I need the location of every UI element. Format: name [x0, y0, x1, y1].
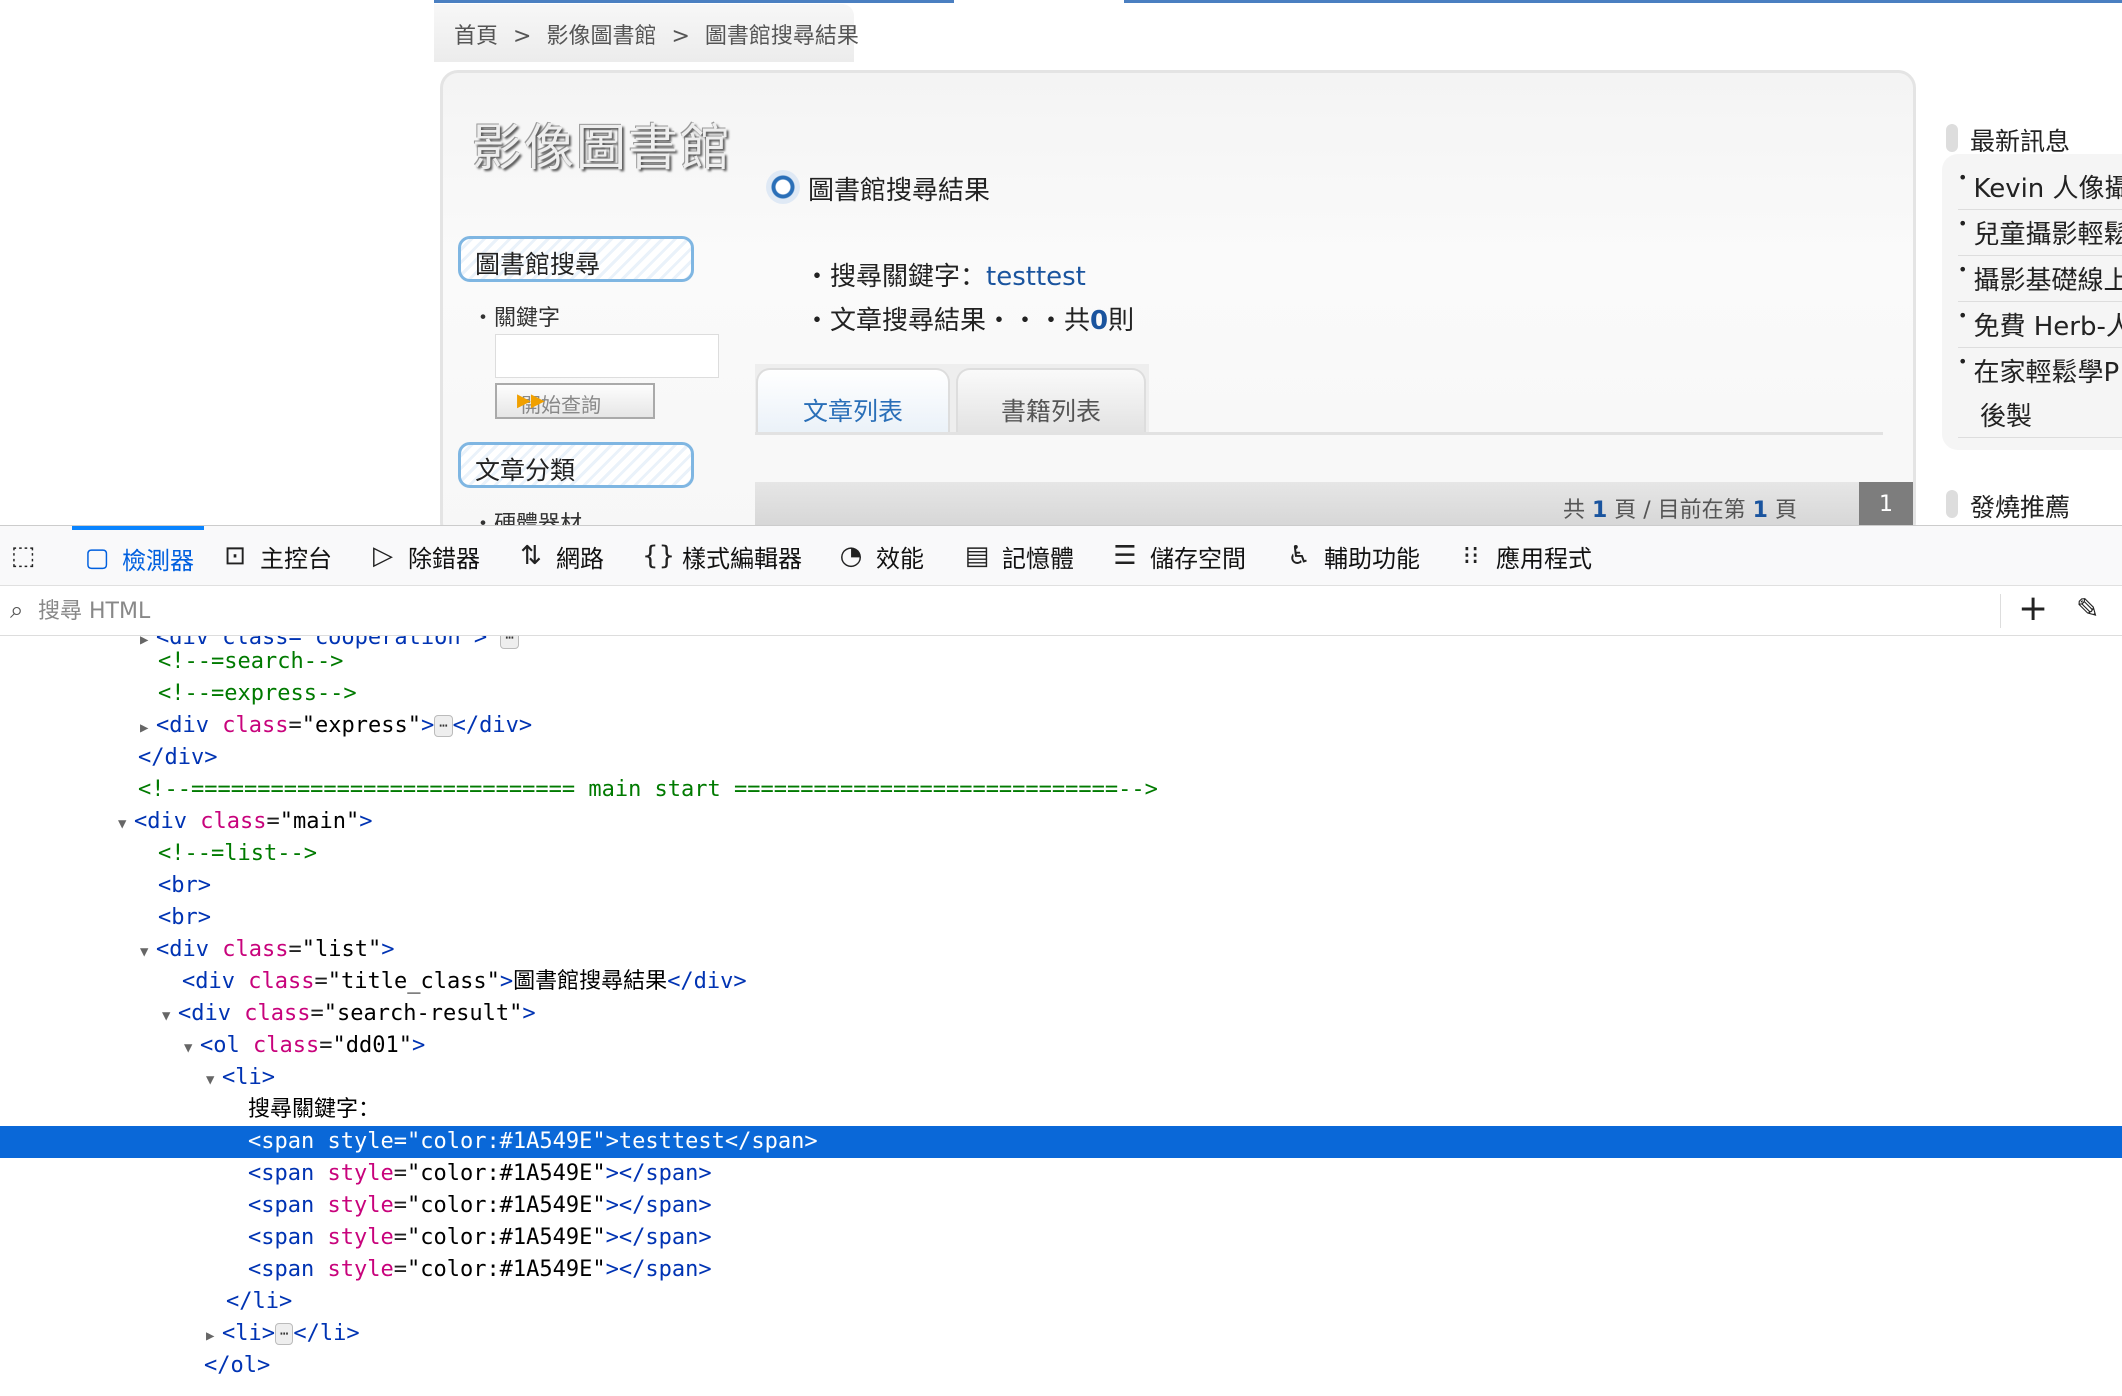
breadcrumb-library-link[interactable]: 影像圖書館 [546, 24, 656, 49]
markup-node[interactable]: ▼ <div class="main"> [0, 806, 2122, 838]
page-viewport: 首頁 > 影像圖書館 > 圖書館搜尋結果 影像圖書館 圖書館搜尋 ・關鍵字 ▶▶… [0, 0, 2122, 525]
article-result-count: 0 [1090, 306, 1109, 336]
markup-node[interactable]: <span style="color:#1A549E"></span> [0, 1222, 2122, 1254]
article-category-heading: 文章分類 [458, 442, 694, 488]
markup-node[interactable]: <br> [0, 902, 2122, 934]
news-item[interactable]: • 在家輕鬆學P [1958, 352, 2122, 393]
news-item[interactable]: • 攝影基礎線上 [1958, 260, 2122, 302]
markup-comment[interactable]: <!--=search--> [0, 646, 2122, 678]
markup-node[interactable]: <span style="color:#1A549E"></span> [0, 1190, 2122, 1222]
tab-accessibility[interactable]: ♿ 輔助功能 [1284, 526, 1420, 586]
news-item[interactable]: • 免費 Herb-人 [1958, 306, 2122, 348]
top-nav-line [1124, 0, 2122, 3]
pagination-bar: 共 1 頁 / 目前在第 1 頁 1 [755, 482, 1913, 525]
news-item[interactable]: • 兒童攝影輕鬆 [1958, 214, 2122, 256]
markup-node[interactable]: </li> [0, 1286, 2122, 1318]
markup-comment[interactable]: <!--=list--> [0, 838, 2122, 870]
tab-console[interactable]: ⊡ 主控台 [220, 526, 332, 586]
markup-node[interactable]: <span style="color:#1A549E"></span> [0, 1254, 2122, 1286]
search-icon: ⌕ [10, 596, 24, 624]
eyedropper-icon[interactable]: ✎ [2076, 592, 2099, 625]
double-arrow-icon: ▶▶ [517, 390, 545, 411]
devtools-toolbar: ⬚ ▢ 檢測器 ⊡ 主控台 ▷ 除錯器 ⇅ 網路 {} 樣式編輯器 ◔ 效能 ▤ 記憶體 ☰ 儲… [0, 526, 2122, 586]
tab-application[interactable]: ⁝⁝ 應用程式 [1456, 526, 1592, 586]
library-title: 影像圖書館 [472, 119, 732, 177]
news-item-continued[interactable]: 後製 [1958, 396, 2122, 438]
breadcrumb-current: 圖書館搜尋結果 [704, 24, 859, 49]
devtools-panel: ⬚ ▢ 檢測器 ⊡ 主控台 ▷ 除錯器 ⇅ 網路 {} 樣式編輯器 ◔ 效能 ▤ 記憶體 ☰ 儲… [0, 525, 2122, 1396]
breadcrumb-home-link[interactable]: 首頁 [454, 24, 498, 49]
memory-icon: ▤ [964, 541, 990, 571]
category-item[interactable]: ・硬體器材 [472, 506, 582, 525]
network-icon: ⇅ [520, 541, 542, 571]
tab-storage[interactable]: ☰ 儲存空間 [1110, 526, 1246, 586]
tab-style-editor[interactable]: {} 樣式編輯器 [642, 526, 802, 586]
sidebar-search-heading: 圖書館搜尋 [458, 236, 694, 282]
inspector-icon: ▢ [84, 543, 110, 573]
add-node-button[interactable]: + [2018, 588, 2048, 629]
element-picker-icon: ⬚ [10, 541, 36, 571]
markup-node[interactable]: ▶ <li> ⋯ </li> [0, 1318, 2122, 1350]
pagination-info: 共 1 頁 / 目前在第 1 頁 [1562, 498, 1797, 523]
accessibility-icon: ♿ [1287, 541, 1311, 571]
tab-article-list[interactable]: 文章列表 [756, 368, 950, 434]
page-button[interactable]: 1 [1859, 482, 1913, 525]
markup-node[interactable]: </ol> [0, 1350, 2122, 1382]
news-item[interactable]: • Kevin 人像攝 [1958, 168, 2122, 210]
markup-node[interactable]: <br> [0, 870, 2122, 902]
markup-node[interactable]: ▼ <li> [0, 1062, 2122, 1094]
start-query-button[interactable]: ▶▶ 開始查詢 [495, 383, 655, 419]
style-editor-icon: {} [642, 541, 676, 571]
article-result-line: ・文章搜尋結果・・・共0則 [804, 300, 1134, 337]
article-result-label: ・文章搜尋結果・・・共 [804, 306, 1091, 336]
search-keyword-line: ・搜尋關鍵字：testtest [804, 256, 1086, 293]
tab-network[interactable]: ⇅ 網路 [516, 526, 604, 586]
markup-tree: ▶ <div class="cooperation"> ⋯ <!--=search… [0, 636, 2122, 1396]
ring-bullet-icon [766, 170, 800, 204]
markup-node[interactable]: <div class="title_class">圖書館搜尋結果</div> [0, 966, 2122, 998]
performance-icon: ◔ [839, 541, 863, 571]
markup-node[interactable]: ▼ <ol class="dd01"> [0, 1030, 2122, 1062]
tab-performance[interactable]: ◔ 效能 [836, 526, 924, 586]
storage-icon: ☰ [1113, 541, 1137, 571]
application-icon: ⁝⁝ [1462, 541, 1480, 571]
keyword-input[interactable] [495, 334, 719, 378]
markup-node[interactable]: ▼ <div class="list"> [0, 934, 2122, 966]
search-keyword-label: ・搜尋關鍵字： [804, 262, 987, 292]
element-picker-button[interactable]: ⬚ [8, 526, 38, 586]
breadcrumb-separator: > [513, 24, 532, 49]
html-search-input[interactable] [38, 594, 1938, 628]
tab-debugger[interactable]: ▷ 除錯器 [368, 526, 480, 586]
search-keyword-value: testtest [986, 262, 1086, 292]
markup-comment[interactable]: <!--=express--> [0, 678, 2122, 710]
debugger-icon: ▷ [373, 541, 393, 571]
article-result-unit: 則 [1108, 306, 1135, 336]
markup-node[interactable]: <span style="color:#1A549E"></span> [0, 1158, 2122, 1190]
breadcrumb-separator: > [671, 24, 690, 49]
markup-comment[interactable]: <!--============================= main s… [0, 774, 2122, 806]
markup-node[interactable]: </div> [0, 742, 2122, 774]
console-icon: ⊡ [224, 541, 246, 571]
results-title: 圖書館搜尋結果 [808, 176, 991, 206]
markup-node[interactable]: ▼ <div class="search-result"> [0, 998, 2122, 1030]
tab-inspector[interactable]: ▢ 檢測器 [72, 526, 204, 586]
tab-divider [755, 432, 1883, 435]
top-nav-line [434, 0, 954, 3]
keyword-label: ・關鍵字 [472, 306, 561, 331]
markup-text-node[interactable]: 搜尋關鍵字： [0, 1094, 2122, 1126]
tab-memory[interactable]: ▤ 記憶體 [962, 526, 1074, 586]
html-search-bar: ⌕ + ✎ [0, 586, 2122, 636]
toolbar-separator [2000, 594, 2001, 628]
markup-node-selected[interactable]: <span style="color:#1A549E">testtest</sp… [0, 1126, 2122, 1158]
recommend-heading: 發燒推薦 [1946, 476, 2122, 525]
markup-node[interactable]: ▶ <div class="express"> ⋯ </div> [0, 710, 2122, 742]
breadcrumb: 首頁 > 影像圖書館 > 圖書館搜尋結果 [454, 18, 867, 50]
tab-book-list[interactable]: 書籍列表 [956, 368, 1146, 434]
